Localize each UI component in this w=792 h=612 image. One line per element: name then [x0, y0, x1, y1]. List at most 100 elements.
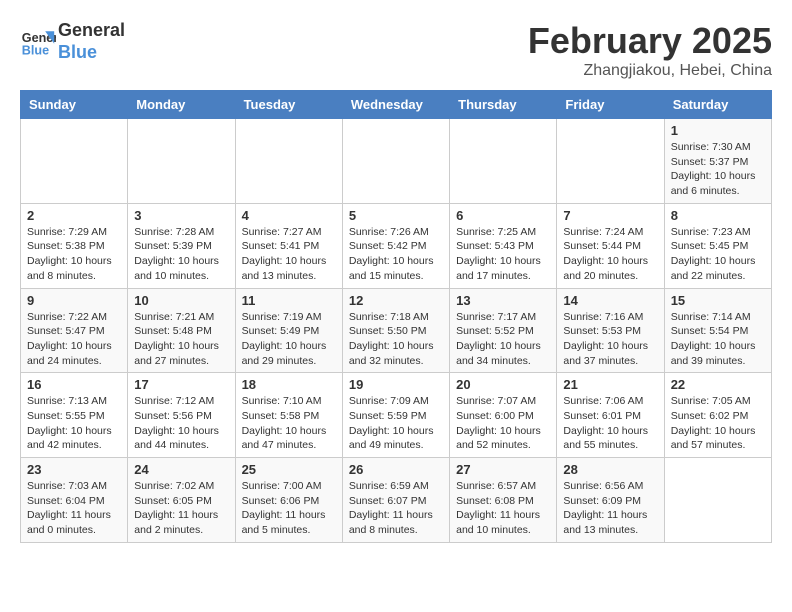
- day-info: Sunrise: 7:29 AM Sunset: 5:38 PM Dayligh…: [27, 225, 121, 284]
- location: Zhangjiakou, Hebei, China: [528, 62, 772, 80]
- calendar-table: Sunday Monday Tuesday Wednesday Thursday…: [20, 90, 772, 543]
- calendar-week-5: 23 Sunrise: 7:03 AM Sunset: 6:04 PM Dayli…: [21, 458, 772, 543]
- table-row: 16 Sunrise: 7:13 AM Sunset: 5:55 PM Dayli…: [21, 373, 128, 458]
- day-number: 27: [456, 462, 550, 477]
- day-info: Sunrise: 7:22 AM Sunset: 5:47 PM Dayligh…: [27, 310, 121, 369]
- day-info: Sunrise: 7:00 AM Sunset: 6:06 PM Dayligh…: [242, 479, 336, 538]
- table-row: 8 Sunrise: 7:23 AM Sunset: 5:45 PM Daylig…: [664, 203, 771, 288]
- col-sunday: Sunday: [21, 91, 128, 119]
- day-info: Sunrise: 6:59 AM Sunset: 6:07 PM Dayligh…: [349, 479, 443, 538]
- day-info: Sunrise: 7:12 AM Sunset: 5:56 PM Dayligh…: [134, 394, 228, 453]
- day-number: 12: [349, 293, 443, 308]
- day-info: Sunrise: 7:18 AM Sunset: 5:50 PM Dayligh…: [349, 310, 443, 369]
- table-row: 23 Sunrise: 7:03 AM Sunset: 6:04 PM Dayli…: [21, 458, 128, 543]
- table-row: [664, 458, 771, 543]
- day-info: Sunrise: 7:07 AM Sunset: 6:00 PM Dayligh…: [456, 394, 550, 453]
- day-number: 7: [563, 208, 657, 223]
- day-info: Sunrise: 7:21 AM Sunset: 5:48 PM Dayligh…: [134, 310, 228, 369]
- day-number: 22: [671, 377, 765, 392]
- day-info: Sunrise: 7:03 AM Sunset: 6:04 PM Dayligh…: [27, 479, 121, 538]
- table-row: 21Sunrise: 7:06 AM Sunset: 6:01 PM Dayli…: [557, 373, 664, 458]
- col-saturday: Saturday: [664, 91, 771, 119]
- table-row: 9Sunrise: 7:22 AM Sunset: 5:47 PM Daylig…: [21, 288, 128, 373]
- table-row: [128, 119, 235, 204]
- day-info: Sunrise: 7:24 AM Sunset: 5:44 PM Dayligh…: [563, 225, 657, 284]
- title-area: February 2025 Zhangjiakou, Hebei, China: [528, 20, 772, 80]
- day-number: 2: [27, 208, 121, 223]
- table-row: 25 Sunrise: 7:00 AM Sunset: 6:06 PM Dayli…: [235, 458, 342, 543]
- day-info: Sunrise: 7:23 AM Sunset: 5:45 PM Dayligh…: [671, 225, 765, 284]
- col-monday: Monday: [128, 91, 235, 119]
- day-number: 1: [671, 123, 765, 138]
- day-number: 15: [671, 293, 765, 308]
- table-row: 19 Sunrise: 7:09 AM Sunset: 5:59 PM Dayli…: [342, 373, 449, 458]
- day-number: 24: [134, 462, 228, 477]
- table-row: [235, 119, 342, 204]
- logo-blue: Blue: [58, 42, 125, 64]
- table-row: 27 Sunrise: 6:57 AM Sunset: 6:08 PM Dayli…: [450, 458, 557, 543]
- table-row: 18 Sunrise: 7:10 AM Sunset: 5:58 PM Dayli…: [235, 373, 342, 458]
- table-row: 7 Sunrise: 7:24 AM Sunset: 5:44 PM Daylig…: [557, 203, 664, 288]
- svg-text:Blue: Blue: [22, 43, 49, 57]
- col-tuesday: Tuesday: [235, 91, 342, 119]
- day-info: Sunrise: 7:17 AM Sunset: 5:52 PM Dayligh…: [456, 310, 550, 369]
- table-row: 4 Sunrise: 7:27 AM Sunset: 5:41 PM Daylig…: [235, 203, 342, 288]
- day-info: Sunrise: 6:57 AM Sunset: 6:08 PM Dayligh…: [456, 479, 550, 538]
- day-info: Sunrise: 7:09 AM Sunset: 5:59 PM Dayligh…: [349, 394, 443, 453]
- calendar-week-1: 1 Sunrise: 7:30 AM Sunset: 5:37 PM Daylig…: [21, 119, 772, 204]
- table-row: 28Sunrise: 6:56 AM Sunset: 6:09 PM Dayli…: [557, 458, 664, 543]
- day-number: 18: [242, 377, 336, 392]
- table-row: [450, 119, 557, 204]
- day-info: Sunrise: 7:26 AM Sunset: 5:42 PM Dayligh…: [349, 225, 443, 284]
- table-row: 24Sunrise: 7:02 AM Sunset: 6:05 PM Dayli…: [128, 458, 235, 543]
- table-row: 20 Sunrise: 7:07 AM Sunset: 6:00 PM Dayli…: [450, 373, 557, 458]
- day-number: 3: [134, 208, 228, 223]
- calendar-week-2: 2 Sunrise: 7:29 AM Sunset: 5:38 PM Daylig…: [21, 203, 772, 288]
- calendar-week-3: 9Sunrise: 7:22 AM Sunset: 5:47 PM Daylig…: [21, 288, 772, 373]
- day-info: Sunrise: 7:27 AM Sunset: 5:41 PM Dayligh…: [242, 225, 336, 284]
- table-row: 15 Sunrise: 7:14 AM Sunset: 5:54 PM Dayli…: [664, 288, 771, 373]
- day-info: Sunrise: 7:19 AM Sunset: 5:49 PM Dayligh…: [242, 310, 336, 369]
- month-title: February 2025: [528, 20, 772, 62]
- day-number: 6: [456, 208, 550, 223]
- table-row: 14 Sunrise: 7:16 AM Sunset: 5:53 PM Dayli…: [557, 288, 664, 373]
- day-number: 8: [671, 208, 765, 223]
- table-row: 10Sunrise: 7:21 AM Sunset: 5:48 PM Dayli…: [128, 288, 235, 373]
- day-info: Sunrise: 7:10 AM Sunset: 5:58 PM Dayligh…: [242, 394, 336, 453]
- table-row: 3 Sunrise: 7:28 AM Sunset: 5:39 PM Daylig…: [128, 203, 235, 288]
- day-number: 13: [456, 293, 550, 308]
- day-info: Sunrise: 7:30 AM Sunset: 5:37 PM Dayligh…: [671, 140, 765, 199]
- day-info: Sunrise: 7:13 AM Sunset: 5:55 PM Dayligh…: [27, 394, 121, 453]
- day-number: 4: [242, 208, 336, 223]
- day-info: Sunrise: 7:05 AM Sunset: 6:02 PM Dayligh…: [671, 394, 765, 453]
- day-info: Sunrise: 7:16 AM Sunset: 5:53 PM Dayligh…: [563, 310, 657, 369]
- day-info: Sunrise: 7:14 AM Sunset: 5:54 PM Dayligh…: [671, 310, 765, 369]
- table-row: 11Sunrise: 7:19 AM Sunset: 5:49 PM Dayli…: [235, 288, 342, 373]
- day-number: 14: [563, 293, 657, 308]
- col-wednesday: Wednesday: [342, 91, 449, 119]
- logo-icon: General Blue: [20, 24, 56, 60]
- logo-general: General: [58, 20, 125, 42]
- day-number: 23: [27, 462, 121, 477]
- day-info: Sunrise: 7:28 AM Sunset: 5:39 PM Dayligh…: [134, 225, 228, 284]
- day-number: 17: [134, 377, 228, 392]
- col-thursday: Thursday: [450, 91, 557, 119]
- page: General Blue General Blue February 2025 …: [0, 0, 792, 553]
- logo: General Blue General Blue: [20, 20, 125, 63]
- day-number: 21: [563, 377, 657, 392]
- table-row: 2 Sunrise: 7:29 AM Sunset: 5:38 PM Daylig…: [21, 203, 128, 288]
- table-row: 17 Sunrise: 7:12 AM Sunset: 5:56 PM Dayli…: [128, 373, 235, 458]
- day-number: 19: [349, 377, 443, 392]
- table-row: [342, 119, 449, 204]
- table-row: 6 Sunrise: 7:25 AM Sunset: 5:43 PM Daylig…: [450, 203, 557, 288]
- table-row: 13 Sunrise: 7:17 AM Sunset: 5:52 PM Dayli…: [450, 288, 557, 373]
- day-number: 5: [349, 208, 443, 223]
- day-number: 25: [242, 462, 336, 477]
- day-info: Sunrise: 6:56 AM Sunset: 6:09 PM Dayligh…: [563, 479, 657, 538]
- day-number: 16: [27, 377, 121, 392]
- table-row: 12 Sunrise: 7:18 AM Sunset: 5:50 PM Dayli…: [342, 288, 449, 373]
- day-info: Sunrise: 7:25 AM Sunset: 5:43 PM Dayligh…: [456, 225, 550, 284]
- day-number: 26: [349, 462, 443, 477]
- day-number: 20: [456, 377, 550, 392]
- table-row: [21, 119, 128, 204]
